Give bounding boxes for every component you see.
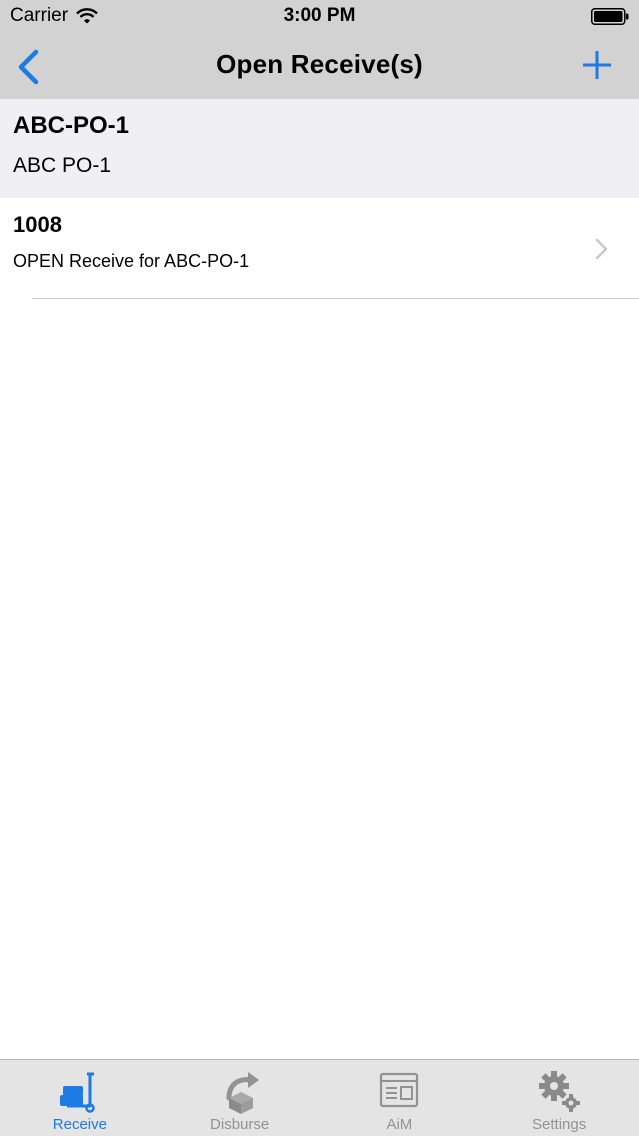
tab-label: Receive: [52, 1116, 107, 1133]
section-header: ABC-PO-1 ABC PO-1: [0, 99, 639, 198]
list-item-title: 1008: [13, 212, 62, 237]
status-bar: Carrier 3:00 PM: [0, 0, 639, 34]
box-arrow-icon: [226, 1072, 259, 1114]
section-subtitle: ABC PO-1: [13, 154, 112, 177]
tab-disburse[interactable]: Disburse: [160, 1060, 320, 1136]
window-icon: [380, 1072, 419, 1108]
navigation-bar: Open Receive(s): [0, 34, 639, 99]
list-item-subtitle: OPEN Receive for ABC-PO-1: [13, 251, 250, 271]
tab-settings[interactable]: Settings: [479, 1060, 639, 1136]
section-title: ABC-PO-1: [13, 112, 130, 139]
battery-icon: [591, 8, 629, 25]
screen: Carrier 3:00 PM Open Receive(s) ABC-PO-1…: [0, 0, 639, 1136]
tab-label: Disburse: [210, 1116, 270, 1133]
tab-label: AiM: [386, 1116, 413, 1133]
tab-bar: Receive Disburse AiM Settings: [0, 1059, 639, 1136]
gears-icon: [539, 1071, 581, 1112]
tab-aim[interactable]: AiM: [320, 1060, 480, 1136]
plus-icon[interactable]: [579, 48, 615, 84]
page-title: Open Receive(s): [216, 49, 423, 79]
tab-label: Settings: [532, 1116, 587, 1133]
status-time: 3:00 PM: [283, 5, 356, 26]
chevron-right-icon: [595, 238, 608, 260]
tab-receive[interactable]: Receive: [0, 1060, 160, 1136]
list-item[interactable]: 1008 OPEN Receive for ABC-PO-1: [0, 198, 639, 298]
hand-truck-icon: [59, 1072, 95, 1113]
row-divider: [32, 298, 639, 299]
